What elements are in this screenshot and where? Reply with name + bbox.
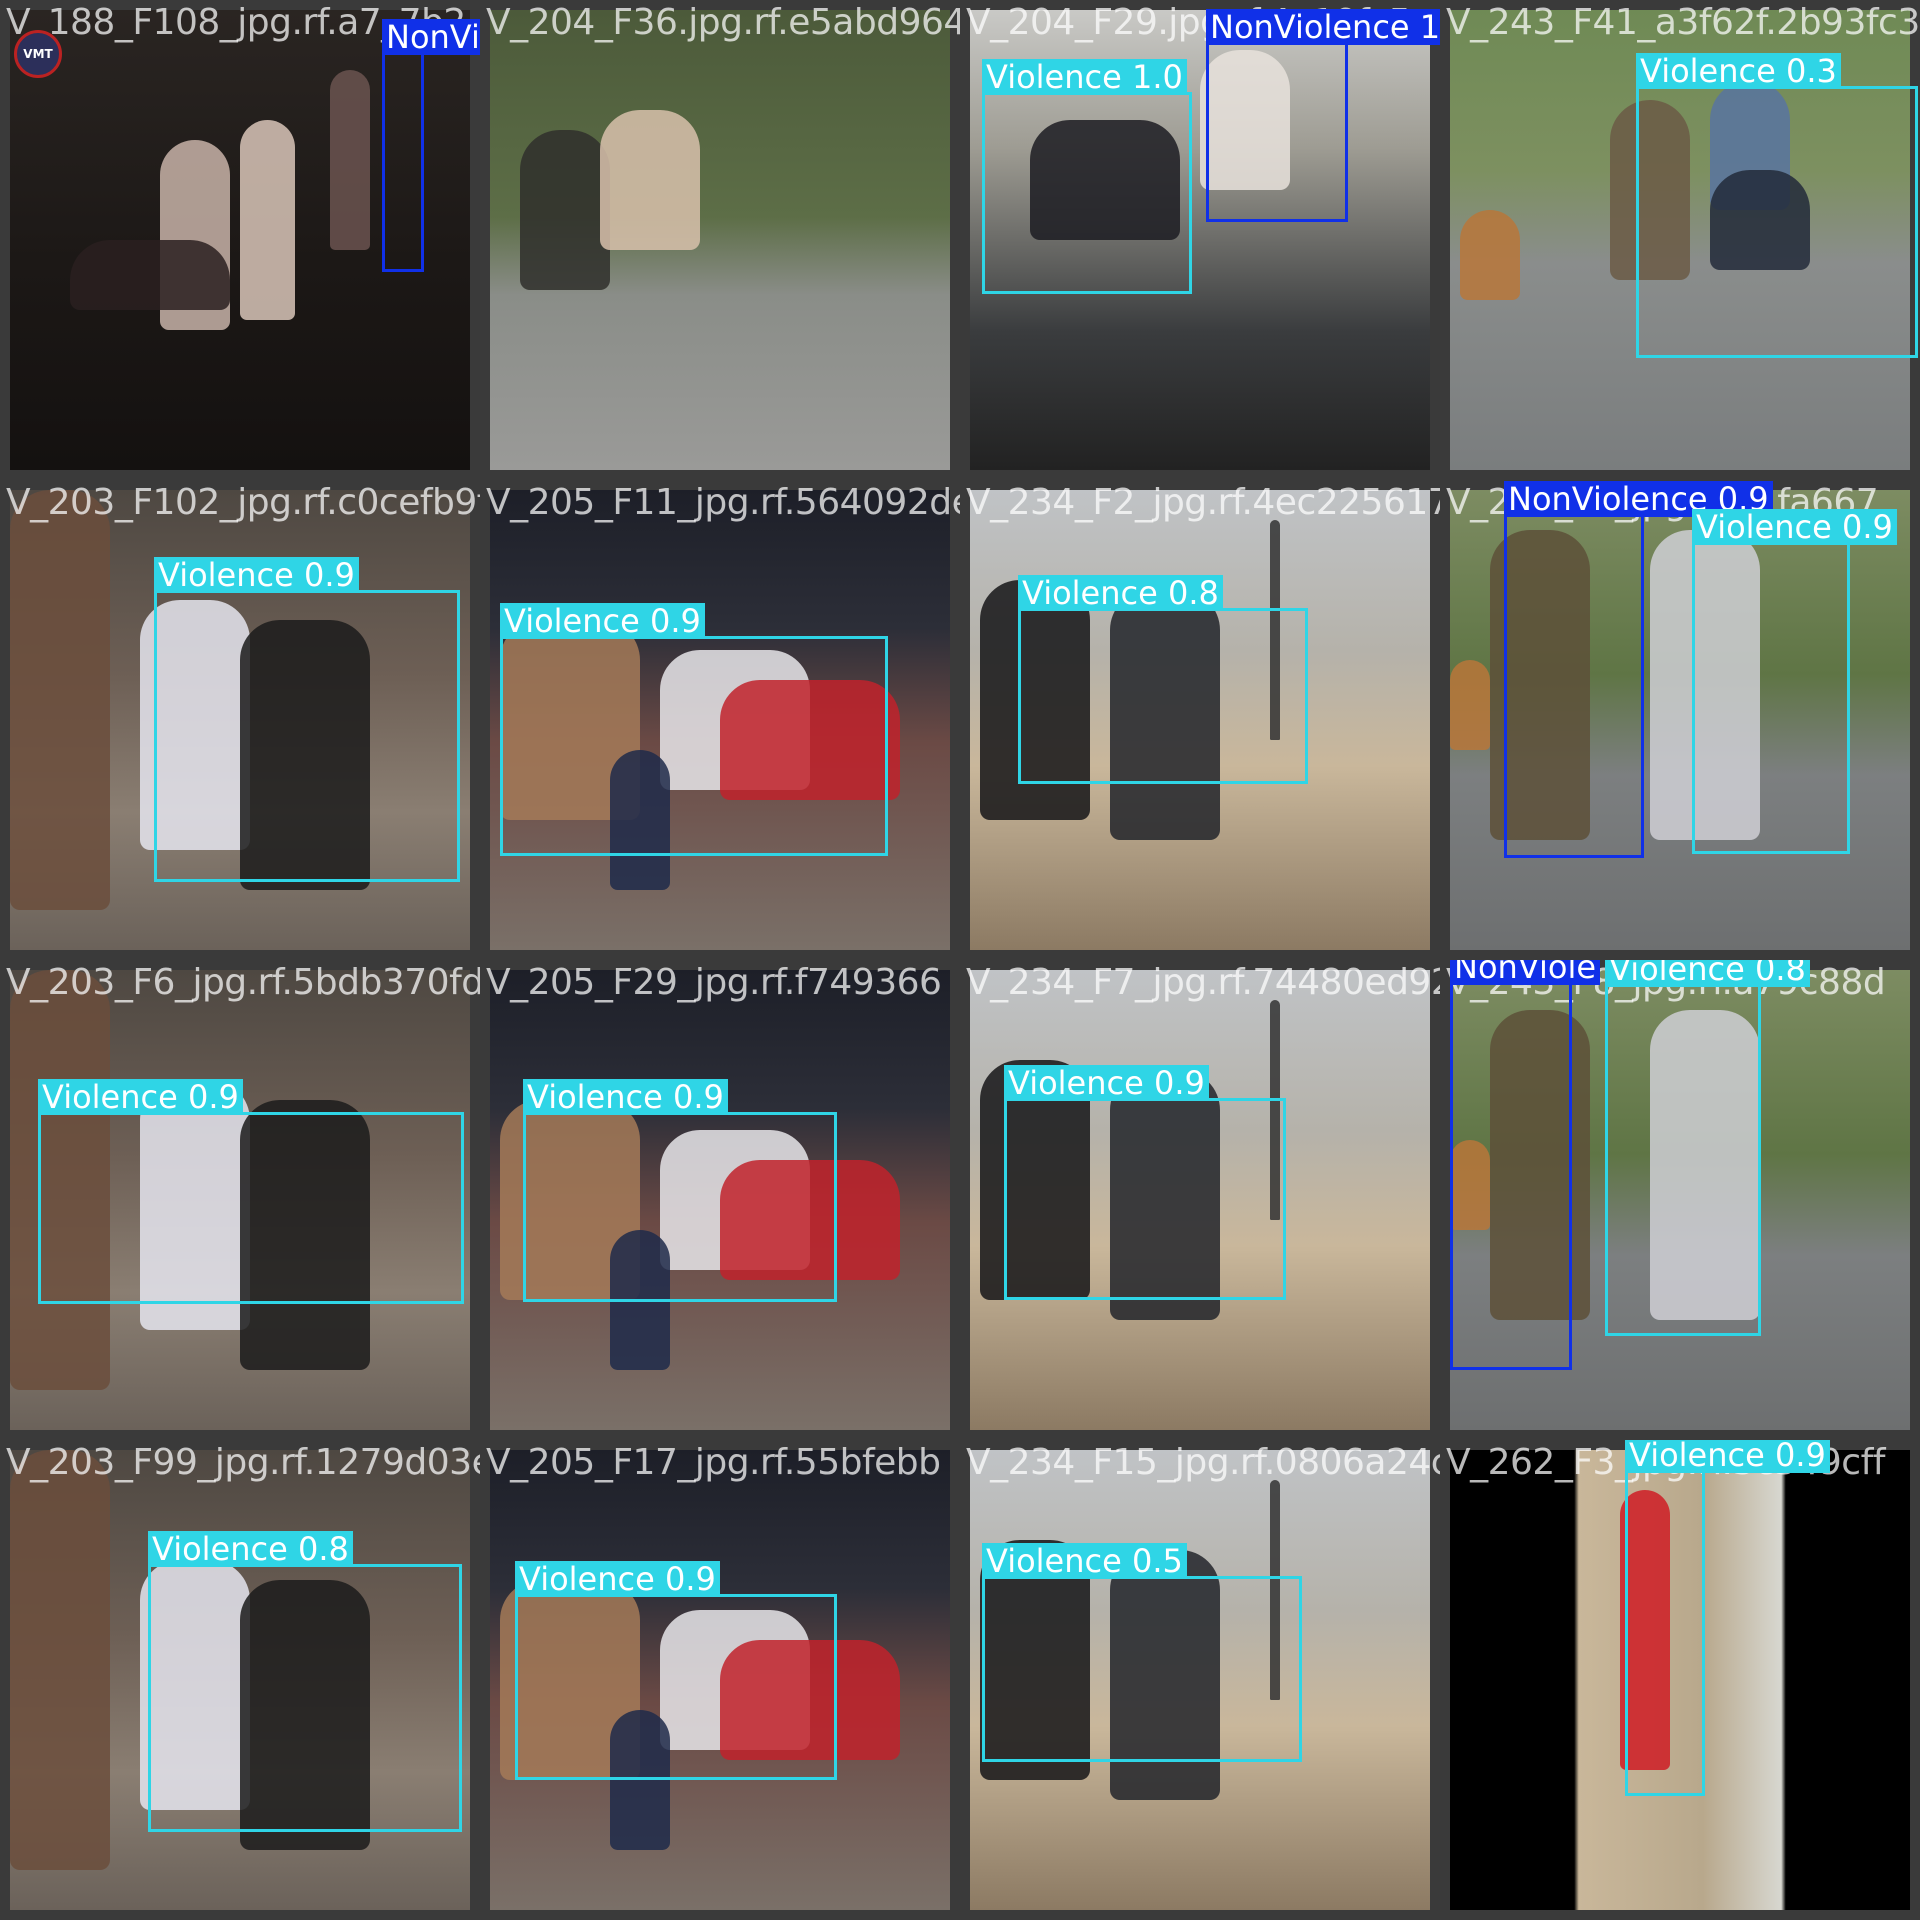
image-filename: V_203_F99_jpg.rf.1279d03e [6, 1442, 480, 1483]
detection-label: Violence 0.9 [500, 603, 705, 639]
violence-bounding-box: Violence 0.8 [1018, 575, 1308, 784]
detection-label: Violence 0.9 [523, 1079, 728, 1115]
violence-bounding-box: Violence 0.8 [1605, 960, 1810, 1336]
image-filename: V_234_F7_jpg.rf.74480ed92b6 [966, 962, 1440, 1003]
violence-bounding-box: Violence 0.9 [523, 1079, 837, 1302]
detection-label: NonViolence 0.9 [382, 19, 480, 55]
detection-label: Violence 0.9 [1692, 509, 1897, 545]
detection-label: Violence 0.5 [982, 1543, 1187, 1579]
image-tile: V_205_F11_jpg.rf.564092de2a03 Violence 0.… [480, 480, 960, 960]
detection-label: NonViole [1450, 960, 1601, 985]
person-figure [520, 130, 610, 290]
image-tile: V_234_F7_jpg.rf.74480ed92b6 Violence 0.9 [960, 960, 1440, 1440]
detection-label: Violence 0.3 [1636, 53, 1841, 89]
nonviolence-bounding-box: NonViole [1450, 960, 1601, 1370]
image-filename: V_234_F2_jpg.rf.4ec22561784 [966, 482, 1440, 523]
detection-label: Violence 0.9 [515, 1561, 720, 1597]
image-tile: VMTV_188_F108_jpg.rf.a7_7b2NonViolence 0… [0, 0, 480, 480]
nonviolence-bounding-box: NonViolence 0.9 [1504, 481, 1773, 858]
violence-bounding-box: Violence 0.9 [1692, 509, 1897, 854]
nonviolence-bounding-box: NonViolence 1.0 [1206, 9, 1440, 222]
image-filename: V_203_F102_jpg.rf.c0cefb9fde265 [6, 482, 480, 523]
image-tile: V_204_F36.jpg.rf.e5abd96485f5718e1d5 [480, 0, 960, 480]
image-tile: V_204_F29.jpg.rf.4e19fc5 Violence 1.0 NonV… [960, 0, 1440, 480]
image-filename: V_205_F29_jpg.rf.f749366 [486, 962, 942, 1003]
violence-bounding-box: Violence 0.5 [982, 1543, 1302, 1762]
image-tile: V_243_F41_a3f62f.2b93fc3a Violence 0.3 [1440, 0, 1920, 480]
person-figure [1450, 660, 1490, 750]
channel-logo: VMT [14, 30, 62, 78]
detection-label: Violence 0.9 [1625, 1440, 1830, 1473]
detection-label: Violence 0.8 [1018, 575, 1223, 611]
detection-label: Violence 0.8 [1605, 960, 1810, 987]
detection-label: Violence 0.8 [148, 1531, 353, 1567]
violence-bounding-box: Violence 0.9 [1625, 1440, 1830, 1796]
image-tile: V_205_F17_jpg.rf.55bfebb Violence 0.9 [480, 1440, 960, 1920]
person-figure [240, 120, 295, 320]
detection-label: Violence 1.0 [982, 59, 1187, 95]
detection-label: NonViolence 1.0 [1206, 9, 1440, 45]
image-tile: V_262_F3_jpg.rf.3c549cffViolence 0.9 [1440, 1440, 1920, 1920]
photo [490, 10, 950, 470]
violence-bounding-box: Violence 1.0 [982, 59, 1192, 294]
person-figure [10, 490, 110, 910]
image-tile: V_203_F102_jpg.rf.c0cefb9fde265 Violence … [0, 480, 480, 960]
image-filename: V_203_F6_jpg.rf.5bdb370fd0582 [6, 962, 480, 1003]
violence-bounding-box: Violence 0.9 [154, 557, 460, 882]
detection-label: Violence 0.9 [1004, 1065, 1209, 1101]
person-figure [1460, 210, 1520, 300]
person-figure [10, 1450, 110, 1870]
violence-bounding-box: Violence 0.9 [500, 603, 888, 856]
person-figure [330, 70, 370, 250]
image-filename: V_243_F41_a3f62f.2b93fc3a [1446, 2, 1920, 43]
image-tile: V_243_F8_jpg.rf.a79c88dNonVioleViolence … [1440, 960, 1920, 1440]
image-filename: V_234_F15_jpg.rf.0806a24c5 [966, 1442, 1440, 1483]
image-tile: V_234_F15_jpg.rf.0806a24c5 Violence 0.5 [960, 1440, 1440, 1920]
image-tile: V_243_F7_jpg.rf.71fa667NonViolence 0.9Vi… [1440, 480, 1920, 960]
nonviolence-bounding-box: NonViolence 0.9 [382, 19, 480, 272]
detection-label: Violence 0.9 [38, 1079, 243, 1115]
person-figure [70, 240, 230, 310]
violence-bounding-box: Violence 0.8 [148, 1531, 462, 1832]
detection-label: Violence 0.9 [154, 557, 359, 593]
violence-bounding-box: Violence 0.9 [1004, 1065, 1286, 1300]
violence-bounding-box: Violence 0.3 [1636, 53, 1918, 358]
image-tile: V_205_F29_jpg.rf.f749366 Violence 0.9 [480, 960, 960, 1440]
image-tile: V_203_F99_jpg.rf.1279d03e Violence 0.8 [0, 1440, 480, 1920]
image-filename: V_205_F11_jpg.rf.564092de2a03 [486, 482, 960, 523]
image-tile: V_203_F6_jpg.rf.5bdb370fd0582 Violence 0.… [0, 960, 480, 1440]
violence-bounding-box: Violence 0.9 [515, 1561, 837, 1780]
violence-bounding-box: Violence 0.9 [38, 1079, 464, 1304]
image-tile: V_234_F2_jpg.rf.4ec22561784 Violence 0.8 [960, 480, 1440, 960]
person-figure [600, 110, 700, 250]
image-filename: V_204_F36.jpg.rf.e5abd96485f5718e1d5 [486, 2, 960, 43]
image-filename: V_205_F17_jpg.rf.55bfebb [486, 1442, 941, 1483]
